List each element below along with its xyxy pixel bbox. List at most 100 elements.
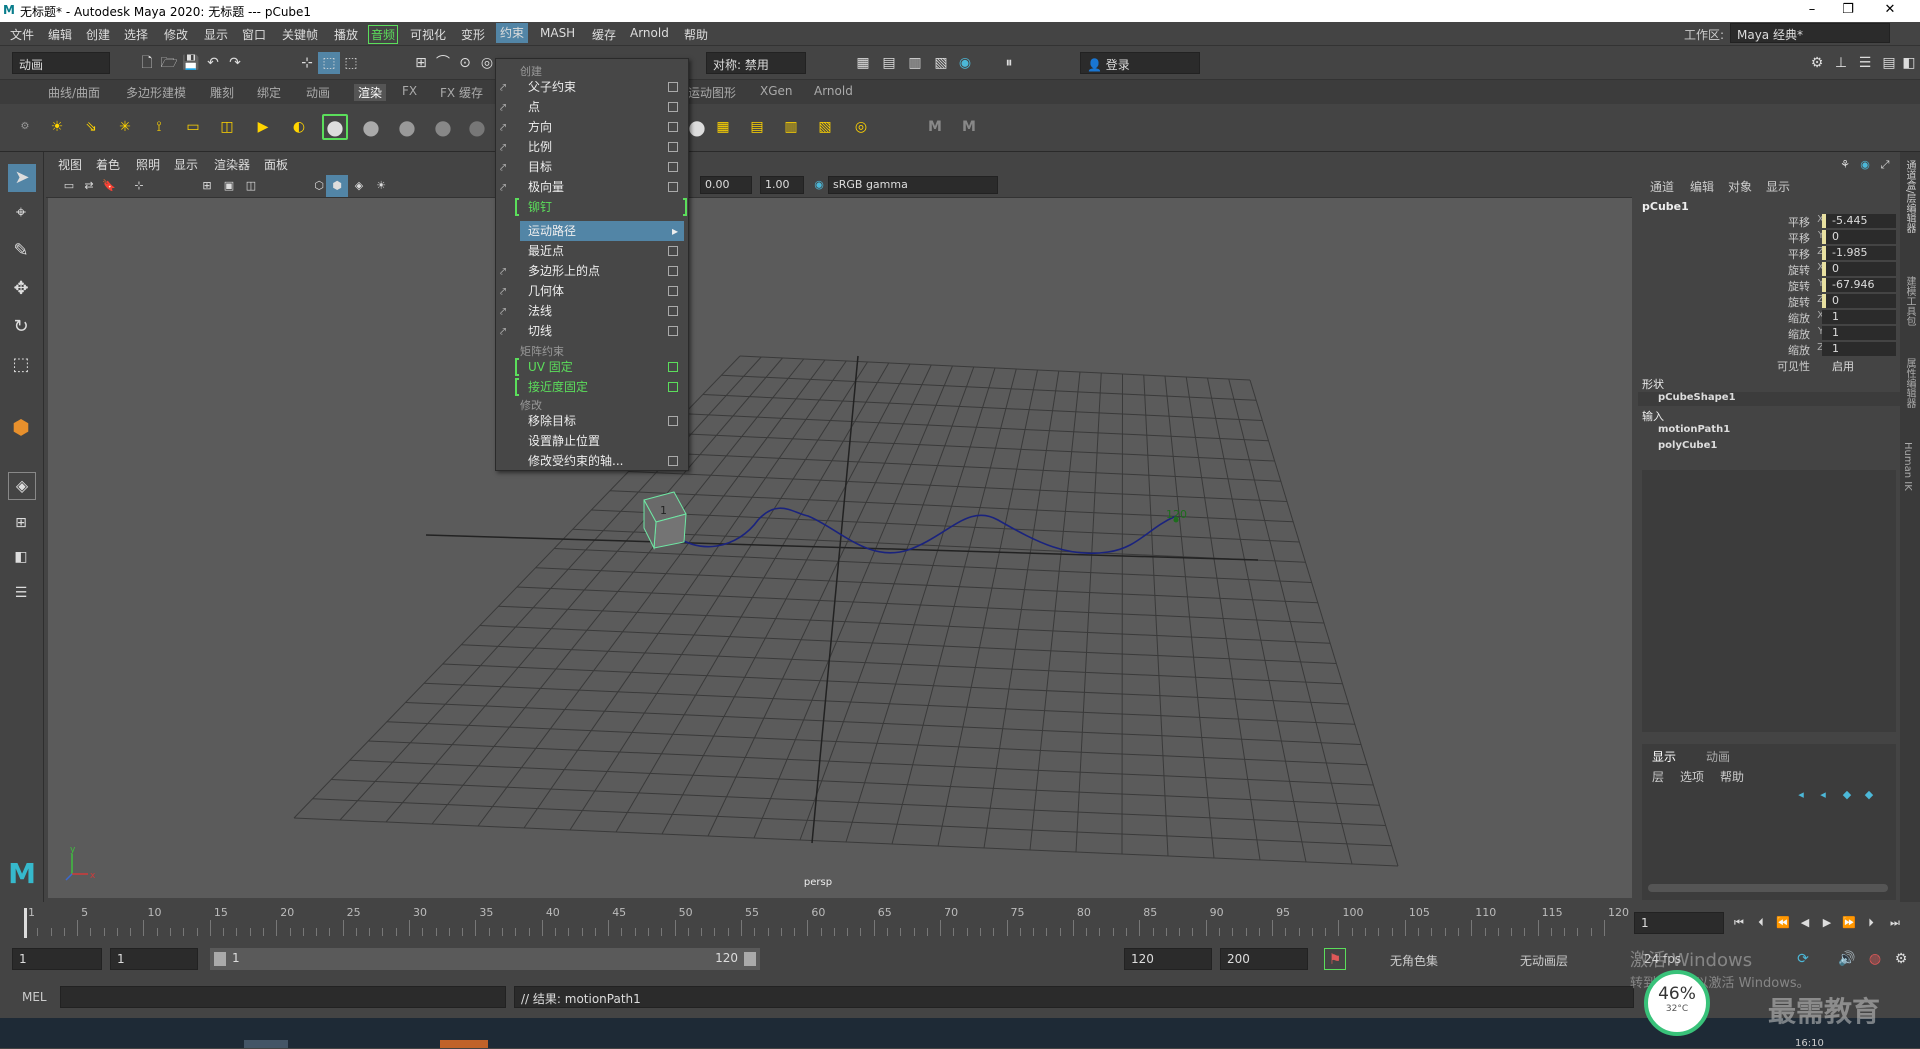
lasso-tool-icon[interactable]: ⌖ bbox=[10, 202, 32, 224]
point-light-icon[interactable]: ✳ bbox=[114, 116, 136, 138]
menu-item-modify-axis[interactable]: 修改受约束的轴... bbox=[520, 451, 682, 471]
menu-file[interactable]: 文件 bbox=[10, 26, 34, 43]
shelf-tab-curves[interactable]: 曲线/曲面 bbox=[48, 84, 100, 101]
vp-menu-panels[interactable]: 面板 bbox=[264, 156, 288, 173]
cpu-monitor-widget[interactable]: 46% 32°C bbox=[1644, 970, 1710, 1036]
phong-icon[interactable]: ● bbox=[432, 116, 454, 138]
channel-value[interactable]: 0 bbox=[1822, 230, 1896, 244]
menu-item-aim[interactable]: 目标 bbox=[520, 157, 682, 177]
film-gate-icon[interactable]: ⊞ bbox=[196, 175, 218, 197]
menu-create[interactable]: 创建 bbox=[86, 26, 110, 43]
shelf-tab-arnold[interactable]: Arnold bbox=[814, 84, 853, 98]
channel-value[interactable]: 0 bbox=[1822, 294, 1896, 308]
menu-item-geometry[interactable]: 几何体 bbox=[520, 281, 682, 301]
render-settings-shelf-icon[interactable]: ▤ bbox=[746, 116, 768, 138]
new-layer-selected-icon[interactable]: ◆ bbox=[1858, 784, 1880, 806]
camera-aim-icon[interactable]: ◐ bbox=[288, 116, 310, 138]
menu-item-closest-point[interactable]: 最近点 bbox=[520, 241, 682, 261]
move-layer-down-icon[interactable]: ◂ bbox=[1812, 784, 1834, 806]
anim-layer-select[interactable]: 无动画层 bbox=[1520, 952, 1568, 969]
menu-visualize[interactable]: 可视化 bbox=[410, 26, 446, 43]
modeling-toolkit-icon[interactable]: ⚙ bbox=[1806, 52, 1828, 74]
attribute-editor-icon[interactable]: ⊥ bbox=[1830, 52, 1852, 74]
playback-end-field[interactable]: 120 bbox=[1124, 948, 1212, 970]
menu-item-remove-target[interactable]: 移除目标 bbox=[520, 411, 682, 431]
taskbar-item[interactable] bbox=[440, 1040, 488, 1048]
directional-light-icon[interactable]: ⇘ bbox=[80, 116, 102, 138]
vp-menu-lighting[interactable]: 照明 bbox=[136, 156, 160, 173]
range-handle-start[interactable] bbox=[214, 952, 226, 966]
expand-icon[interactable]: ⤢ bbox=[1874, 154, 1896, 176]
snap-point-icon[interactable]: ⊙ bbox=[454, 52, 476, 74]
script-lang-toggle[interactable]: MEL bbox=[22, 990, 47, 1004]
shelf-tab-poly[interactable]: 多边形建模 bbox=[126, 84, 186, 101]
menu-help[interactable]: 帮助 bbox=[684, 26, 708, 43]
channel-value[interactable]: 0 bbox=[1822, 262, 1896, 276]
range-slider[interactable]: 1 120 bbox=[210, 948, 760, 970]
smooth-shade-icon[interactable]: ⬢ bbox=[326, 175, 348, 197]
render-region-icon[interactable]: ◎ bbox=[850, 116, 872, 138]
layer-menu-layers[interactable]: 层 bbox=[1652, 768, 1664, 785]
workspace-select[interactable]: Maya 经典* bbox=[1730, 23, 1890, 43]
redo-icon[interactable]: ↷ bbox=[224, 52, 246, 74]
character-set-select[interactable]: 无角色集 bbox=[1390, 952, 1438, 969]
shelf-tab-motion[interactable]: 运动图形 bbox=[688, 84, 736, 101]
ipr-render-icon[interactable]: ▥ bbox=[904, 52, 926, 74]
blinn-icon[interactable]: ● bbox=[396, 116, 418, 138]
sync-icon[interactable]: ◉ bbox=[1854, 154, 1876, 176]
step-forward-icon[interactable]: ⏵ bbox=[1860, 912, 1882, 934]
menu-item-uv-pin[interactable]: UV 固定 bbox=[515, 357, 682, 377]
render-seq-icon[interactable]: ▤ bbox=[878, 52, 900, 74]
play-back-icon[interactable]: ◀ bbox=[1794, 912, 1816, 934]
channel-box-tool-icon[interactable]: ⚘ bbox=[1834, 154, 1856, 176]
exposure-field[interactable]: 0.00 bbox=[700, 176, 752, 194]
ambient-light-icon[interactable]: ☀ bbox=[46, 116, 68, 138]
safe-action-icon[interactable]: ◫ bbox=[240, 175, 262, 197]
gamma-field[interactable]: 1.00 bbox=[760, 176, 804, 194]
menu-edit[interactable]: 编辑 bbox=[48, 26, 72, 43]
vp-menu-view[interactable]: 视图 bbox=[58, 156, 82, 173]
spot-light-icon[interactable]: ⟟ bbox=[148, 116, 170, 138]
layer-scrollbar[interactable] bbox=[1648, 884, 1888, 892]
channel-value[interactable]: -67.946 bbox=[1822, 278, 1896, 292]
range-handle-end[interactable] bbox=[744, 952, 756, 966]
channel-value[interactable]: 启用 bbox=[1822, 358, 1896, 373]
option-box[interactable] bbox=[668, 162, 678, 172]
scale-tool-icon[interactable]: ⬚ bbox=[10, 354, 32, 376]
four-view-icon[interactable]: ⊞ bbox=[10, 512, 32, 534]
channel-value[interactable]: -5.445 bbox=[1822, 214, 1896, 228]
channel-value[interactable]: -1.985 bbox=[1822, 246, 1896, 260]
menu-key[interactable]: 关键帧 bbox=[282, 26, 318, 43]
shelf-settings-icon[interactable]: ⚙ bbox=[14, 116, 36, 138]
command-input[interactable] bbox=[60, 986, 506, 1008]
option-box[interactable] bbox=[668, 246, 678, 256]
time-slider[interactable]: 1 5 10 15 20 25 30 35 40 45 50 55 60 65 70 75 80 85 90 95 10… bbox=[0, 902, 1920, 942]
menu-window[interactable]: 窗口 bbox=[242, 26, 266, 43]
option-box[interactable] bbox=[668, 122, 678, 132]
bookmark-icon[interactable]: 🔖 bbox=[98, 175, 120, 197]
select-tool-icon[interactable]: ➤ bbox=[8, 164, 36, 192]
select-component-icon[interactable]: ⬚ bbox=[340, 52, 362, 74]
menu-deform[interactable]: 变形 bbox=[461, 26, 485, 43]
taskbar-item[interactable] bbox=[244, 1040, 288, 1048]
menu-display[interactable]: 显示 bbox=[204, 26, 228, 43]
move-layer-up-icon[interactable]: ◂ bbox=[1790, 784, 1812, 806]
view-transform-select[interactable]: sRGB gamma bbox=[828, 176, 998, 194]
side-tab-modeling[interactable]: 建模工具包 bbox=[1902, 276, 1917, 326]
menu-item-orient[interactable]: 方向 bbox=[520, 117, 682, 137]
option-box[interactable] bbox=[668, 142, 678, 152]
perspective-viewport[interactable]: 1 120 y x persp bbox=[48, 198, 1632, 898]
next-key-icon[interactable]: ⏩ bbox=[1838, 912, 1860, 934]
menu-item-motion-paths[interactable]: 运动路径 ▸ bbox=[520, 221, 684, 241]
menu-item-normal[interactable]: 法线 bbox=[520, 301, 682, 321]
menu-constrain[interactable]: 约束 bbox=[496, 23, 529, 43]
lights-icon[interactable]: ☀ bbox=[370, 175, 392, 197]
grid-toggle-icon[interactable]: ⊹ bbox=[128, 175, 150, 197]
channel-row[interactable]: 平移 Y 0 bbox=[1638, 230, 1900, 246]
menu-audio[interactable]: 音频 bbox=[368, 25, 399, 44]
channel-row[interactable]: 平移 X -5.445 bbox=[1638, 214, 1900, 230]
shelf-tab-sculpt[interactable]: 雕刻 bbox=[210, 84, 234, 101]
lambert-icon[interactable]: ● bbox=[360, 116, 382, 138]
channel-row[interactable]: 缩放 Y 1 bbox=[1638, 326, 1900, 342]
menu-select[interactable]: 选择 bbox=[124, 26, 148, 43]
